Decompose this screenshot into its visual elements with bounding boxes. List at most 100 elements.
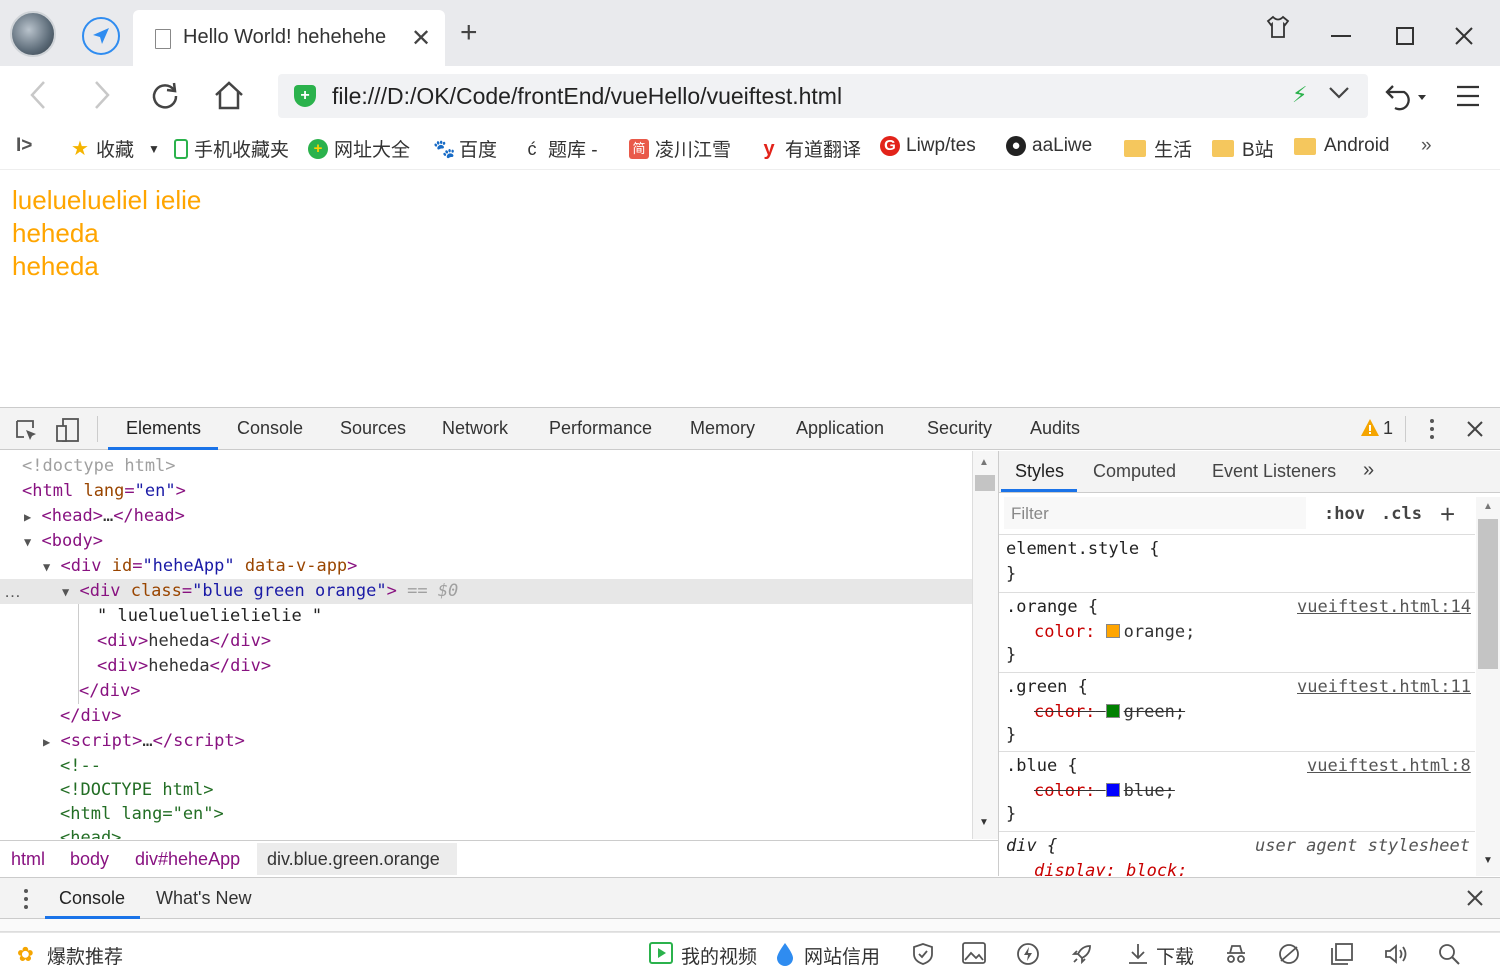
bookmark-folder-life[interactable]: 生活 — [1124, 135, 1192, 162]
shirt-skin-icon[interactable] — [1265, 14, 1291, 47]
rule-selector[interactable]: element.style { — [1006, 539, 1160, 559]
more-options-icon[interactable] — [1428, 418, 1436, 445]
user-avatar[interactable] — [10, 11, 56, 57]
drawer-tab-whats-new[interactable]: What's New — [156, 888, 251, 909]
styles-scrollbar[interactable]: ▲ ▼ — [1476, 497, 1500, 876]
bookmark-mobile[interactable]: 手机收藏夹 — [174, 135, 289, 162]
dom-node-child-div[interactable]: <div>heheda</div> — [97, 654, 271, 679]
maximize-icon[interactable] — [1396, 24, 1414, 52]
bookmarks-more-button[interactable]: » — [1421, 135, 1432, 157]
bookmark-baidu[interactable]: 🐾 百度 — [433, 135, 497, 162]
rule-selector[interactable]: div { — [1006, 836, 1057, 856]
close-devtools-icon[interactable] — [1467, 421, 1483, 442]
bookmark-folder-android[interactable]: Android — [1294, 135, 1390, 157]
bookmark-folder-bilibili[interactable]: B站 — [1212, 135, 1274, 162]
collapse-triangle-icon[interactable]: ▼ — [24, 535, 31, 549]
more-tabs-icon[interactable]: » — [1363, 459, 1374, 482]
bookmark-liwp[interactable]: G Liwp/tes — [880, 135, 976, 157]
scroll-up-icon[interactable]: ▲ — [1483, 501, 1493, 512]
tab-computed[interactable]: Computed — [1093, 461, 1176, 482]
tab-elements[interactable]: Elements — [126, 418, 201, 439]
dom-node-selected-div[interactable]: ▼ <div class="blue green orange"> == $0 — [62, 579, 458, 604]
browser-tab[interactable]: Hello World! hehehehe ✕ — [133, 10, 445, 66]
reload-icon[interactable] — [150, 80, 180, 116]
tab-close-icon[interactable]: ✕ — [411, 24, 431, 53]
expand-triangle-icon[interactable]: ▶ — [43, 735, 50, 749]
breadcrumb-item[interactable]: body — [70, 849, 109, 870]
dom-comment[interactable]: <!-- — [60, 754, 101, 779]
sidebar-toggle-icon[interactable]: I> — [16, 135, 32, 157]
dom-node-script[interactable]: ▶ <script>…</script> — [43, 729, 245, 754]
caret-down-icon[interactable]: ▼ — [148, 142, 160, 156]
bookmark-youdao[interactable]: y 有道翻译 — [759, 135, 861, 162]
volume-icon[interactable] — [1383, 942, 1409, 972]
rule-selector[interactable]: .orange { — [1006, 597, 1098, 617]
forward-icon[interactable] — [92, 80, 112, 116]
rocket-icon[interactable] — [1070, 942, 1094, 972]
dom-node-child-div[interactable]: <div>heheda</div> — [97, 629, 271, 654]
device-toolbar-icon[interactable] — [55, 417, 81, 448]
bookmark-jianshu[interactable]: 简 凌川江雪 — [629, 135, 731, 162]
new-tab-button[interactable]: + — [460, 18, 478, 48]
bookmark-favorites[interactable]: ★ 收藏 ▼ — [70, 135, 160, 162]
scrollbar-thumb[interactable] — [975, 475, 995, 491]
my-videos-link[interactable]: 我的视频 — [681, 942, 757, 969]
accelerate-icon[interactable] — [1016, 942, 1040, 972]
chevron-down-icon[interactable] — [1328, 80, 1350, 111]
rule-selector[interactable]: .blue { — [1006, 756, 1078, 776]
hover-state-toggle[interactable]: :hov — [1324, 504, 1365, 524]
rule-selector[interactable]: .green { — [1006, 677, 1088, 697]
scroll-up-icon[interactable]: ▲ — [979, 457, 989, 468]
warning-icon[interactable] — [1360, 418, 1380, 443]
bookmark-tiku[interactable]: ć 题库 - — [522, 135, 598, 162]
tab-memory[interactable]: Memory — [690, 418, 755, 439]
add-rule-button[interactable]: + — [1440, 499, 1455, 530]
home-icon[interactable] — [213, 80, 245, 116]
tab-network[interactable]: Network — [442, 418, 508, 439]
back-icon[interactable] — [28, 80, 48, 116]
tab-console[interactable]: Console — [237, 418, 303, 439]
color-swatch[interactable] — [1105, 704, 1120, 718]
elements-scrollbar[interactable]: ▲ ▼ — [972, 451, 998, 839]
minimize-icon[interactable] — [1330, 20, 1352, 48]
image-icon[interactable] — [962, 942, 986, 970]
menu-icon[interactable] — [1456, 84, 1480, 114]
download-link[interactable]: 下载 — [1156, 942, 1194, 969]
dom-close-div[interactable]: </div> — [60, 704, 121, 729]
shield-icon[interactable] — [911, 942, 935, 972]
download-icon[interactable] — [1127, 942, 1149, 972]
scroll-down-icon[interactable]: ▼ — [979, 817, 989, 828]
close-window-icon[interactable] — [1455, 24, 1473, 52]
rule-source-link[interactable]: vueiftest.html:8 — [1307, 756, 1471, 776]
bookmark-github[interactable]: ● aaLiwe — [1006, 135, 1092, 157]
dom-node-body[interactable]: ▼ <body> — [24, 529, 103, 554]
tab-application[interactable]: Application — [796, 418, 884, 439]
tab-event-listeners[interactable]: Event Listeners — [1212, 461, 1336, 482]
css-declaration-overridden[interactable]: color: green; — [1034, 702, 1185, 722]
tab-audits[interactable]: Audits — [1030, 418, 1080, 439]
window-icon[interactable] — [1330, 942, 1354, 972]
breadcrumb-item[interactable]: div#heheApp — [135, 849, 240, 870]
tab-performance[interactable]: Performance — [549, 418, 652, 439]
color-swatch[interactable] — [1105, 624, 1120, 638]
dom-close-div[interactable]: </div> — [79, 679, 140, 704]
scroll-down-icon[interactable]: ▼ — [1483, 855, 1493, 866]
tab-styles[interactable]: Styles — [1015, 461, 1064, 482]
undo-icon[interactable] — [1382, 82, 1428, 118]
search-icon[interactable] — [1437, 942, 1461, 972]
incognito-icon[interactable] — [1224, 942, 1248, 972]
dom-node-head[interactable]: ▶ <head>…</head> — [24, 504, 185, 529]
site-credit-link[interactable]: 网站信用 — [804, 942, 880, 969]
dom-doctype[interactable]: <!doctype html> — [22, 454, 176, 479]
no-trace-icon[interactable] — [1277, 942, 1301, 972]
tab-security[interactable]: Security — [927, 418, 992, 439]
rule-source-link[interactable]: vueiftest.html:14 — [1297, 597, 1471, 617]
drawer-menu-icon[interactable] — [22, 888, 30, 915]
css-declaration[interactable]: color: orange; — [1034, 622, 1195, 642]
close-drawer-icon[interactable] — [1467, 890, 1483, 911]
dom-node-html[interactable]: <html lang="en"> — [22, 479, 186, 504]
bookmark-hao[interactable]: + 网址大全 — [308, 135, 410, 162]
css-declaration-overridden[interactable]: color: blue; — [1034, 781, 1175, 801]
breadcrumb-item[interactable]: html — [11, 849, 45, 870]
expand-triangle-icon[interactable]: ▶ — [24, 510, 31, 524]
